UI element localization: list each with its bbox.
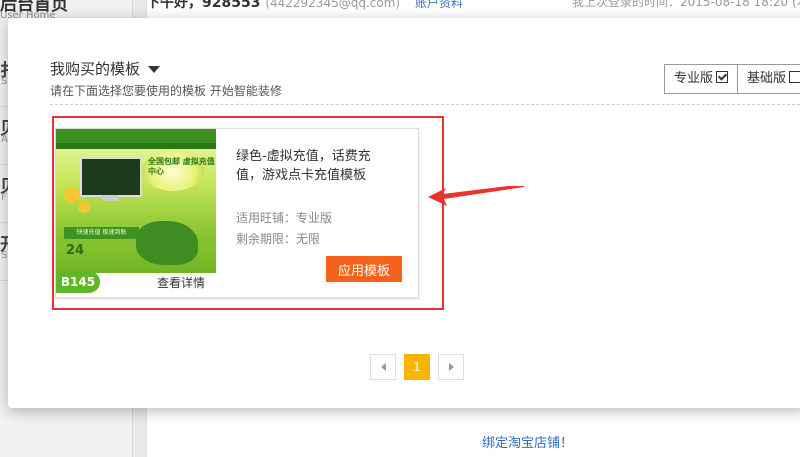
pointer-arrow-icon bbox=[428, 186, 524, 206]
chevron-right-icon bbox=[448, 363, 454, 371]
modal-title: 我购买的模板 bbox=[50, 60, 141, 78]
header-greeting: 下午好，928553 (442292345@qq.com) 账户资料 bbox=[146, 0, 463, 12]
tab-basic[interactable]: 基础版 bbox=[738, 64, 800, 94]
checkbox-empty-icon bbox=[789, 71, 800, 83]
next-page-button[interactable] bbox=[438, 354, 464, 380]
prev-page-button[interactable] bbox=[370, 354, 396, 380]
sidebar-item-sub: F bbox=[1, 192, 7, 203]
sidebar-item-sub: S bbox=[1, 76, 8, 87]
highlight-box bbox=[52, 116, 444, 310]
page-number-current[interactable]: 1 bbox=[404, 354, 430, 380]
account-link[interactable]: 账户资料 bbox=[415, 0, 463, 10]
tab-label: 基础版 bbox=[747, 71, 787, 86]
user-email: (442292345@qq.com) bbox=[265, 0, 401, 10]
sidebar-item-sub: S bbox=[1, 250, 8, 261]
greeting-text: 下午好，928553 bbox=[146, 0, 261, 11]
tab-label: 专业版 bbox=[674, 71, 714, 86]
edition-tabs: 专业版 基础版 bbox=[664, 64, 800, 94]
divider bbox=[50, 104, 800, 105]
checkbox-checked-icon bbox=[716, 71, 729, 83]
tab-professional[interactable]: 专业版 bbox=[664, 64, 739, 94]
caret-down-icon bbox=[148, 66, 161, 73]
chevron-left-icon bbox=[380, 363, 386, 371]
sidebar-item-sub: A bbox=[1, 134, 8, 145]
template-modal: 我购买的模板 请在下面选择您要使用的模板 开始智能装修 专业版 基础版 全国包邮… bbox=[8, 18, 800, 408]
bind-taobao-shop-link[interactable]: 绑定淘宝店铺！ bbox=[482, 432, 573, 451]
last-login-time: 我上次登录的时间：2015-08-18 18:20 (本 bbox=[572, 0, 800, 9]
pagination: 1 bbox=[370, 354, 464, 380]
modal-subtitle: 请在下面选择您要使用的模板 开始智能装修 bbox=[50, 84, 282, 98]
template-dropdown[interactable]: 我购买的模板 bbox=[50, 58, 161, 79]
